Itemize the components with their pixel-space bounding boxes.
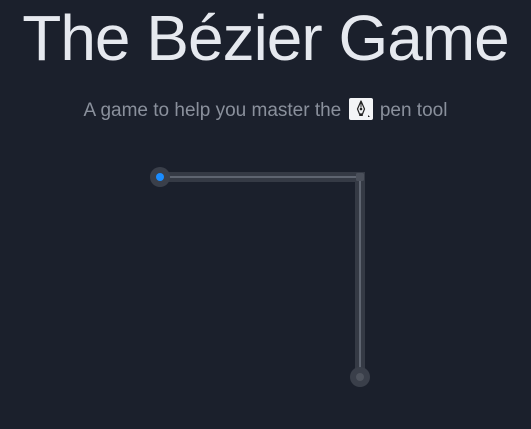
- game-canvas[interactable]: [0, 0, 531, 429]
- start-anchor-point[interactable]: [156, 173, 164, 181]
- target-path-track: [160, 172, 365, 377]
- end-anchor-point[interactable]: [356, 373, 364, 381]
- target-path-line: [160, 176, 361, 377]
- corner-anchor-point[interactable]: [356, 173, 364, 181]
